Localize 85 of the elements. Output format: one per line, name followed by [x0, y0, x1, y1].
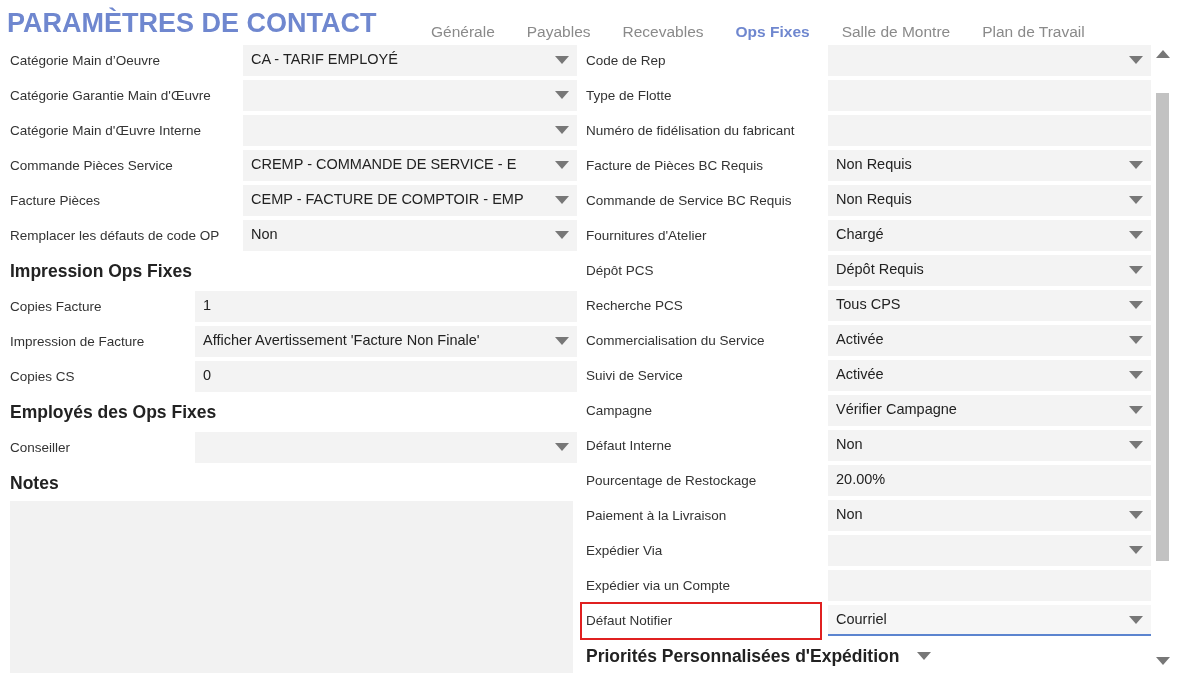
dropdown-field[interactable]	[243, 115, 577, 147]
field-label: Fournitures d'Atelier	[586, 226, 708, 245]
dropdown-field[interactable]	[195, 432, 577, 464]
dropdown-arrow-icon	[555, 336, 569, 345]
field-label: Commande Pièces Service	[10, 156, 174, 175]
field-label: Remplacer les défauts de code OP	[10, 226, 221, 245]
dropdown-field[interactable]: CREMP - COMMANDE DE SERVICE - E	[243, 150, 577, 182]
field-label: Facture Pièces	[10, 191, 102, 210]
field-label: Expédier Via	[586, 541, 664, 560]
dropdown-arrow-icon	[1129, 440, 1143, 449]
input-field[interactable]: 20.00%	[828, 465, 1151, 497]
dropdown-arrow-icon	[1129, 510, 1143, 519]
scroll-down-icon	[1156, 657, 1170, 666]
scroll-up-icon	[1156, 50, 1170, 59]
field-label: Type de Flotte	[586, 86, 673, 105]
page-title: PARAMÈTRES DE CONTACT	[6, 6, 378, 40]
tab[interactable]: Générale	[415, 20, 511, 44]
input-field[interactable]: 0	[195, 361, 577, 393]
dropdown-field[interactable]: CEMP - FACTURE DE COMPTOIR - EMP	[243, 185, 577, 217]
field-label: Dépôt PCS	[586, 261, 655, 280]
field-label: Catégorie Main d’Oeuvre	[10, 51, 162, 70]
dropdown-field[interactable]: Non Requis	[828, 150, 1151, 182]
dropdown-field[interactable]	[243, 80, 577, 112]
field-label: Impression de Facture	[10, 332, 146, 351]
field-label: Catégorie Garantie Main d'Œuvre	[10, 86, 212, 105]
dropdown-arrow-icon	[1129, 615, 1143, 624]
field-label: Code de Rep	[586, 51, 667, 70]
dropdown-arrow-icon	[1129, 55, 1143, 64]
dropdown-field[interactable]: Vérifier Campagne	[828, 395, 1151, 427]
dropdown-arrow-icon	[1129, 160, 1143, 169]
field-label: Pourcentage de Restockage	[586, 471, 758, 490]
field-label: Commercialisation du Service	[586, 331, 766, 350]
dropdown-arrow-icon	[1129, 195, 1143, 204]
dropdown-field[interactable]: Activée	[828, 325, 1151, 357]
field-label: Campagne	[586, 401, 654, 420]
dropdown-field[interactable]: Non	[828, 430, 1151, 462]
scrollbar-thumb[interactable]	[1156, 93, 1169, 562]
dropdown-field[interactable]: Chargé	[828, 220, 1151, 252]
collapse-caret-icon	[917, 652, 932, 661]
dropdown-field[interactable]: Non	[828, 500, 1151, 532]
dropdown-field[interactable]: Non	[243, 220, 577, 252]
field-label: Catégorie Main d'Œuvre Interne	[10, 121, 202, 140]
dropdown-arrow-icon	[555, 195, 569, 204]
field-label: Paiement à la Livraison	[586, 506, 728, 525]
dropdown-arrow-icon	[555, 55, 569, 64]
field-label: Copies Facture	[10, 297, 103, 316]
dropdown-field[interactable]	[828, 45, 1151, 77]
field-label: Défaut Notifier	[580, 601, 822, 640]
field-label: Numéro de fidélisation du fabricant	[586, 121, 796, 140]
dropdown-field[interactable]: Tous CPS	[828, 290, 1151, 322]
tab[interactable]: Payables	[510, 20, 607, 44]
tab[interactable]: Salle de Montre	[825, 20, 967, 44]
dropdown-arrow-icon	[1129, 230, 1143, 239]
dropdown-arrow-icon	[1129, 405, 1143, 414]
field-label: Facture de Pièces BC Requis	[586, 156, 765, 175]
tab[interactable]: Recevables	[606, 20, 720, 44]
dropdown-field[interactable]: Courriel	[828, 605, 1151, 637]
section-heading: Employés des Ops Fixes	[10, 401, 218, 425]
dropdown-field[interactable]: Non Requis	[828, 185, 1151, 217]
field-label: Expédier via un Compte	[586, 576, 732, 595]
section-heading: Priorités Personnalisées d'Expédition	[586, 645, 900, 669]
dropdown-arrow-icon	[555, 160, 569, 169]
input-field[interactable]: 1	[195, 291, 577, 323]
dropdown-field[interactable]: CA - TARIF EMPLOYÉ	[243, 45, 577, 77]
dropdown-arrow-icon	[1129, 545, 1143, 554]
field-label: Copies CS	[10, 367, 76, 386]
dropdown-arrow-icon	[555, 90, 569, 99]
field-label: Défaut Interne	[586, 436, 673, 455]
field-label: Recherche PCS	[586, 296, 684, 315]
dropdown-arrow-icon	[1129, 300, 1143, 309]
section-heading: Impression Ops Fixes	[10, 260, 193, 284]
dropdown-arrow-icon	[1129, 335, 1143, 344]
section-heading: Notes	[10, 472, 60, 496]
field-label: Suivi de Service	[586, 366, 684, 385]
dropdown-arrow-icon	[555, 125, 569, 134]
dropdown-field[interactable]: Dépôt Requis	[828, 255, 1151, 287]
field-label: Conseiller	[10, 438, 72, 457]
dropdown-arrow-icon	[555, 442, 569, 451]
dropdown-arrow-icon	[555, 230, 569, 239]
dropdown-arrow-icon	[1129, 370, 1143, 379]
field-label: Commande de Service BC Requis	[586, 191, 793, 210]
dropdown-field[interactable]: Activée	[828, 360, 1151, 392]
dropdown-arrow-icon	[1129, 265, 1143, 274]
dropdown-field[interactable]: Afficher Avertissement 'Facture Non Finale'	[195, 326, 577, 358]
dropdown-field[interactable]	[828, 535, 1151, 567]
